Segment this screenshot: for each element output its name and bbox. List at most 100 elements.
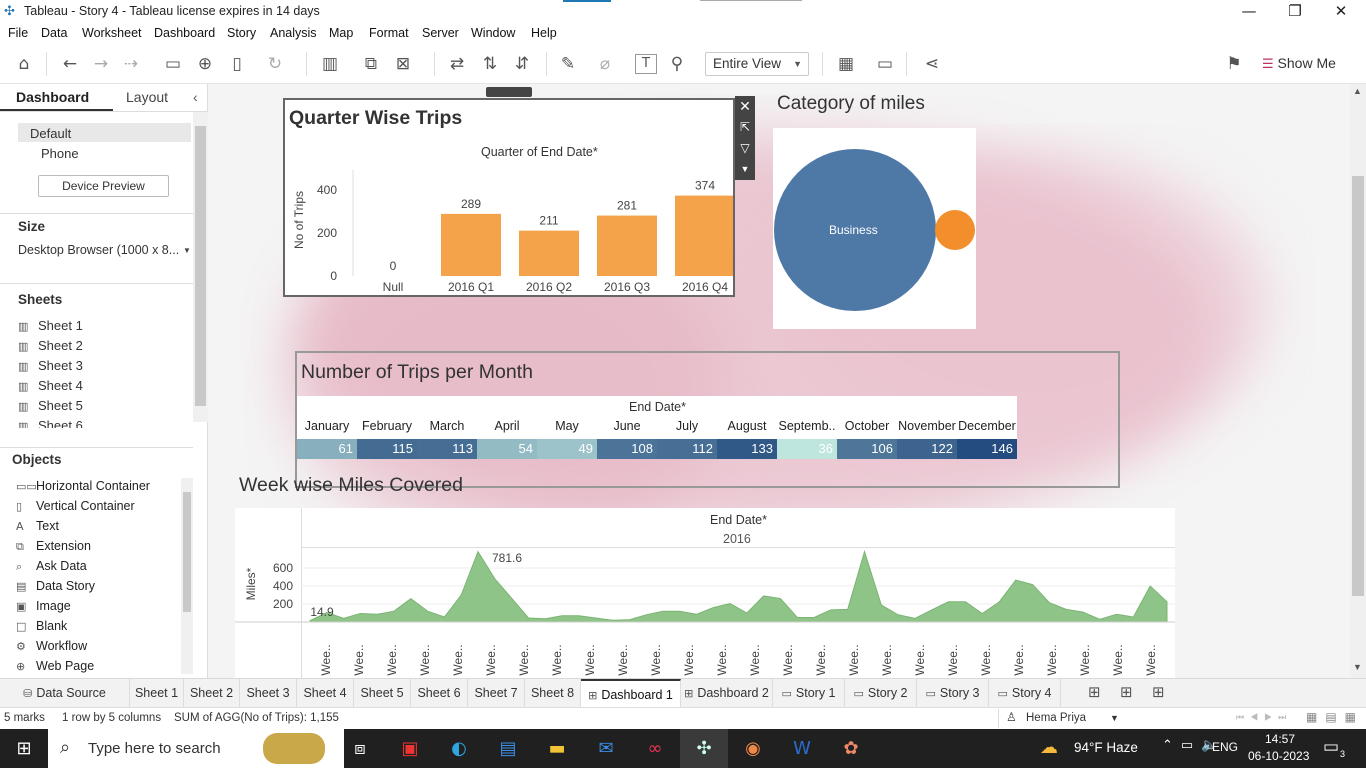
app-icon-tableau-public[interactable]: ✿ (827, 729, 875, 768)
quarter-bar[interactable] (597, 215, 657, 276)
sheet-tab[interactable]: Sheet 2 (184, 679, 240, 707)
duplicate-icon[interactable]: ⧉ (358, 53, 384, 75)
month-cell[interactable]: 133 (717, 439, 777, 459)
category-chart-card[interactable]: Business (773, 128, 976, 329)
close-card-icon[interactable]: ✕ (735, 96, 755, 117)
word-icon[interactable]: W (778, 729, 826, 768)
month-chart-card[interactable]: Number of Trips per Month End Date* Janu… (295, 351, 1120, 488)
file-explorer-icon[interactable]: ▬ (533, 729, 581, 768)
sheet-tab[interactable]: ▭ Story 4 (989, 679, 1061, 707)
sheet-tab[interactable]: ⊞ Dashboard 2 (681, 679, 773, 707)
month-cell[interactable]: 106 (837, 439, 897, 459)
view-select[interactable]: Entire View ▼ (705, 52, 809, 76)
presentation-mode-icon[interactable]: ▭ (872, 53, 898, 75)
new-worksheet-tab-icon[interactable]: ⊞ (1088, 683, 1101, 701)
sheet-tab[interactable]: Sheet 7 (468, 679, 525, 707)
pause-updates-icon[interactable]: ▯ (224, 53, 250, 75)
menu-window[interactable]: Window (471, 26, 515, 40)
app-icon-tableau-prep[interactable]: ▣ (386, 729, 434, 768)
menu-worksheet[interactable]: Worksheet (82, 26, 142, 40)
app-icon-infinity[interactable]: ∞ (631, 729, 679, 768)
more-options-icon[interactable]: ▼ (735, 159, 755, 180)
menu-server[interactable]: Server (422, 26, 459, 40)
objects-scrollbar[interactable] (181, 478, 193, 674)
menu-story[interactable]: Story (227, 26, 256, 40)
close-window-button[interactable]: ✕ (1318, 0, 1364, 24)
quarter-bar[interactable] (441, 213, 501, 276)
object-item[interactable]: ⌕ Ask Data (16, 559, 87, 579)
sheet-tab[interactable]: ▭ Story 2 (845, 679, 917, 707)
object-item[interactable]: ⧉ Extension (16, 539, 91, 559)
sheet-item[interactable]: ▥ Sheet 3 (18, 358, 83, 378)
tab-layout[interactable]: Layout (126, 89, 168, 105)
windows-start-icon[interactable]: ⊞ (0, 729, 48, 768)
sheet-nav-icons[interactable]: ⏮◀▶⏭ (1236, 712, 1292, 723)
menu-format[interactable]: Format (369, 26, 409, 40)
notification-icon[interactable]: ▭ (1323, 737, 1339, 757)
refresh-icon[interactable]: ↻ (262, 53, 288, 75)
pin-icon[interactable]: ⚲ (664, 53, 690, 75)
object-item[interactable]: ▭▭Horizontal Container (16, 479, 150, 499)
tableau-taskbar-icon[interactable]: ✣ (680, 729, 728, 768)
highlight-icon[interactable]: ✎ (555, 53, 581, 75)
taskbar-search[interactable]: ⌕ Type here to search (48, 729, 344, 768)
month-cell[interactable]: 61 (297, 439, 357, 459)
filter-icon[interactable]: ▽ (735, 138, 755, 159)
month-cell[interactable]: 113 (417, 439, 477, 459)
sheet-item[interactable]: ▥ Sheet 5 (18, 398, 83, 418)
quarter-bar[interactable] (675, 195, 733, 276)
sheet-tab[interactable]: Sheet 5 (354, 679, 411, 707)
object-item[interactable]: ▯ Vertical Container (16, 499, 135, 519)
month-cell[interactable]: 49 (537, 439, 597, 459)
sheet-tab[interactable]: ▭ Story 3 (917, 679, 989, 707)
month-cell[interactable]: 115 (357, 439, 417, 459)
new-dashboard-tab-icon[interactable]: ⊞ (1120, 683, 1133, 701)
object-item[interactable]: ⊕ Web Page (16, 659, 94, 675)
share-icon[interactable]: ⋖ (919, 53, 945, 75)
sheet-item[interactable]: ▥ Sheet 6 (18, 418, 83, 428)
sheet-tab[interactable]: ⛁ Data Source (0, 679, 130, 707)
redo-icon[interactable]: → (88, 53, 114, 75)
collapse-pane-icon[interactable]: ‹ (193, 89, 198, 105)
menu-help[interactable]: Help (531, 26, 557, 40)
sort-ascending-icon[interactable]: ⇅ (477, 53, 503, 75)
home-icon[interactable]: ⌂ (11, 53, 37, 75)
object-item[interactable]: ▣ Image (16, 599, 71, 619)
month-cell[interactable]: 146 (957, 439, 1017, 459)
clock-date[interactable]: 06-10-2023 (1248, 749, 1309, 763)
mail-icon[interactable]: ✉ (582, 729, 630, 768)
clock-time[interactable]: 14:57 (1265, 732, 1295, 746)
new-worksheet-icon[interactable]: ▥ (317, 53, 343, 75)
object-item[interactable]: ▤ Data Story (16, 579, 95, 599)
menu-file[interactable]: File (8, 26, 28, 40)
month-cell[interactable]: 54 (477, 439, 537, 459)
store-icon[interactable]: ▤ (484, 729, 532, 768)
sheet-item[interactable]: ▥ Sheet 4 (18, 378, 83, 398)
sheet-item[interactable]: ▥ Sheet 2 (18, 338, 83, 358)
restore-button[interactable]: ❐ (1272, 0, 1318, 24)
tab-dashboard[interactable]: Dashboard (16, 89, 89, 105)
sheets-scrollbar[interactable] (193, 112, 208, 422)
save-icon[interactable]: ▭ (160, 53, 186, 75)
minimize-button[interactable]: — (1226, 0, 1272, 24)
object-item[interactable]: ⚙ Workflow (16, 639, 87, 659)
container-grip-icon[interactable] (486, 87, 532, 97)
highlighter-icon[interactable]: ⚑ (1221, 53, 1247, 75)
sort-descending-icon[interactable]: ⇵ (509, 53, 535, 75)
chrome-icon[interactable]: ◉ (729, 729, 777, 768)
edge-icon[interactable]: ◐ (435, 729, 483, 768)
month-cell[interactable]: 108 (597, 439, 657, 459)
sheet-tab[interactable]: Sheet 6 (411, 679, 468, 707)
task-view-icon[interactable]: ⧈ (336, 729, 384, 768)
new-story-tab-icon[interactable]: ⊞ (1152, 683, 1165, 701)
sheet-tab[interactable]: Sheet 3 (240, 679, 297, 707)
month-cell[interactable]: 122 (897, 439, 957, 459)
clear-sheet-icon[interactable]: ⊠ (390, 53, 416, 75)
device-phone[interactable]: Phone (41, 146, 79, 161)
object-item[interactable]: □ Blank (16, 619, 67, 639)
sheet-tab[interactable]: Sheet 8 (525, 679, 581, 707)
sheet-tab[interactable]: Sheet 1 (130, 679, 184, 707)
go-to-sheet-icon[interactable]: ⇱ (735, 117, 755, 138)
menu-dashboard[interactable]: Dashboard (154, 26, 215, 40)
weather-text[interactable]: 94°F Haze (1074, 740, 1138, 755)
